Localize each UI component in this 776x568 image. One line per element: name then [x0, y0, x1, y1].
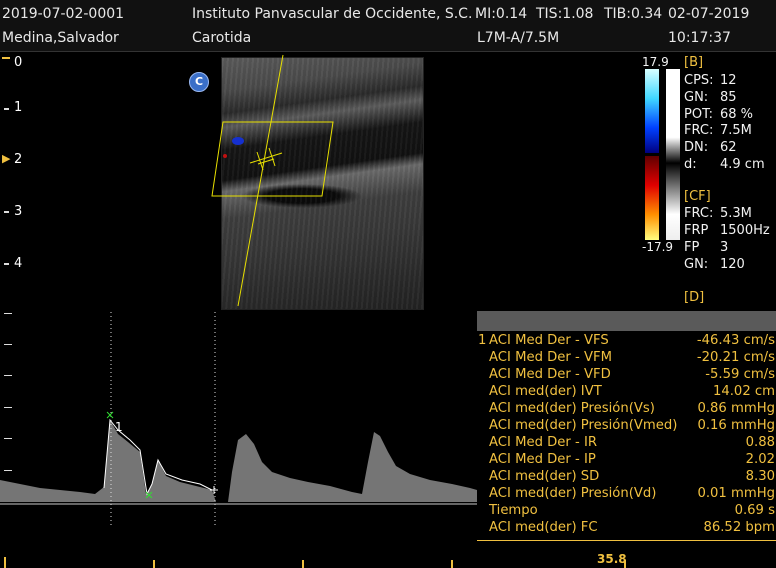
cursor-index-label: 1 [115, 420, 123, 434]
color-flow-blob [223, 154, 227, 158]
time-tick [153, 560, 155, 568]
param-label: GN: [684, 257, 709, 272]
d-section-title: [D] [684, 290, 705, 305]
measurement-value: 2.02 [745, 452, 775, 467]
color-scale-max: 17.9 [642, 55, 669, 69]
param-value: 12 [720, 73, 737, 88]
param-value: 68 % [720, 107, 754, 122]
measurement-label: ACI Med Der - VFM [489, 350, 612, 365]
cf-section-title: [CF] [684, 189, 711, 204]
bmode-section-title: [B] [684, 55, 704, 70]
measurement-label: ACI Med Der - IR [489, 435, 598, 450]
measurement-label: ACI med(der) Presión(Vs) [489, 401, 655, 416]
measurement-row[interactable]: ACI Med Der - IR 0.88 [477, 435, 776, 452]
sweep-value: 35.8 [597, 552, 627, 566]
time-tick [302, 560, 304, 568]
param-value: 7.5M [720, 123, 752, 138]
param-value: 4.9 cm [720, 157, 765, 172]
measurement-label: ACI Med Der - VFS [489, 333, 609, 348]
measurement-value: 0.88 [745, 435, 775, 450]
measurement-value: -46.43 cm/s [696, 333, 775, 348]
param-value: 1500Hz [720, 223, 770, 238]
color-scale-positive [645, 156, 659, 240]
spectral-doppler-trace[interactable] [0, 312, 477, 527]
measurement-row[interactable]: ACI med(der) IVT 14.02 cm [477, 384, 776, 401]
measurement-row[interactable]: ACI Med Der - IP 2.02 [477, 452, 776, 469]
param-value: 62 [720, 140, 737, 155]
measurement-row[interactable]: ACI med(der) SD 8.30 [477, 469, 776, 486]
measurement-label: Tiempo [489, 503, 538, 518]
measurement-value: 0.86 mmHg [697, 401, 775, 416]
param-value: 5.3M [720, 206, 752, 221]
param-value: 85 [720, 90, 737, 105]
measurement-row[interactable]: Tiempo 0.69 s [477, 503, 776, 520]
measurements-header-bar [477, 311, 776, 331]
param-label: d: [684, 157, 697, 172]
param-label: DN: [684, 140, 709, 155]
measurement-value: 14.02 cm [712, 384, 775, 399]
color-scale-negative [645, 69, 659, 153]
param-label: FRC: [684, 123, 714, 138]
spectral-waveforms [0, 420, 477, 502]
gray-scale-bar [666, 69, 680, 240]
measurement-value: 8.30 [745, 469, 775, 484]
measurement-row[interactable]: 1 ACI Med Der - VFS -46.43 cm/s [477, 333, 776, 350]
measurement-index: 1 [478, 333, 487, 348]
param-label: FRC: [684, 206, 714, 221]
doppler-cursor-line[interactable] [237, 54, 284, 307]
measurement-value: -20.21 cm/s [696, 350, 775, 365]
measurement-value: 0.01 mmHg [697, 486, 775, 501]
measurement-value: -5.59 cm/s [705, 367, 775, 382]
measurement-row[interactable]: ACI med(der) Presión(Vd) 0.01 mmHg [477, 486, 776, 503]
param-label: POT: [684, 107, 713, 122]
measurement-label: ACI med(der) Presión(Vd) [489, 486, 657, 501]
measurement-value: 0.69 s [734, 503, 775, 518]
measurement-label: ACI med(der) FC [489, 520, 598, 535]
measurement-value: 86.52 bpm [703, 520, 775, 535]
measurement-row[interactable]: ACI med(der) FC 86.52 bpm [477, 520, 776, 537]
measurements-bottom-line [477, 540, 776, 541]
measurement-label: ACI Med Der - VFD [489, 367, 611, 382]
time-tick [451, 560, 453, 568]
param-label: CPS: [684, 73, 714, 88]
measurement-row[interactable]: ACI Med Der - VFM -20.21 cm/s [477, 350, 776, 367]
param-value: 3 [720, 240, 729, 255]
time-tick [4, 557, 6, 568]
measurement-label: ACI med(der) Presión(Vmed) [489, 418, 678, 433]
color-scale-min: -17.9 [642, 240, 674, 254]
measurement-label: ACI Med Der - IP [489, 452, 596, 467]
measurements-panel: 1 ACI Med Der - VFS -46.43 cm/s ACI Med … [477, 311, 776, 541]
measurement-row[interactable]: ACI med(der) Presión(Vmed) 0.16 mmHg [477, 418, 776, 435]
param-value: 120 [720, 257, 745, 272]
param-label: FRP [684, 223, 709, 238]
param-label: FP [684, 240, 700, 255]
param-label: GN: [684, 90, 709, 105]
measurement-label: ACI med(der) SD [489, 469, 600, 484]
measurement-value: 0.16 mmHg [697, 418, 775, 433]
measurement-row[interactable]: ACI Med Der - VFD -5.59 cm/s [477, 367, 776, 384]
measurement-label: ACI med(der) IVT [489, 384, 602, 399]
measurement-row[interactable]: ACI med(der) Presión(Vs) 0.86 mmHg [477, 401, 776, 418]
color-flow-blob [232, 137, 244, 145]
